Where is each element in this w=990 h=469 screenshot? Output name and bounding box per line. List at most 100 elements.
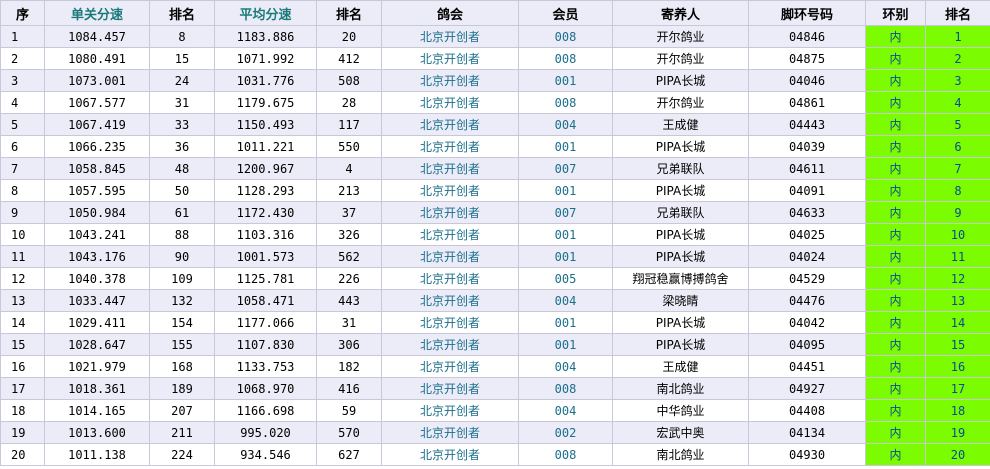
cell-ring-number: 04095	[748, 333, 866, 356]
table-row: 2 1080.491 15 1071.992 412 北京开创者 008 开尔鸽业 04875 内…	[0, 47, 990, 70]
col-header-index[interactable]: 序	[0, 0, 45, 26]
col-header-single-speed[interactable]: 单关分速	[44, 0, 150, 26]
cell-final-rank: 12	[925, 267, 990, 290]
cell-club[interactable]: 北京开创者	[381, 333, 519, 356]
col-header-club[interactable]: 鸽会	[381, 0, 519, 26]
cell-avg-speed: 995.020	[214, 421, 317, 444]
cell-club[interactable]: 北京开创者	[381, 245, 519, 268]
cell-club[interactable]: 北京开创者	[381, 47, 519, 70]
cell-single-speed: 1014.165	[44, 399, 150, 422]
cell-club[interactable]: 北京开创者	[381, 135, 519, 158]
cell-member[interactable]: 001	[518, 179, 613, 202]
cell-club[interactable]: 北京开创者	[381, 113, 519, 136]
cell-single-speed: 1043.176	[44, 245, 150, 268]
cell-fosterer: PIPA长城	[612, 333, 749, 356]
cell-club[interactable]: 北京开创者	[381, 267, 519, 290]
cell-member[interactable]: 008	[518, 25, 613, 48]
cell-rank: 154	[149, 311, 215, 334]
cell-index: 8	[0, 179, 45, 202]
col-header-rank[interactable]: 排名	[149, 0, 215, 26]
cell-club[interactable]: 北京开创者	[381, 223, 519, 246]
cell-member[interactable]: 004	[518, 113, 613, 136]
cell-index: 1	[0, 25, 45, 48]
cell-club[interactable]: 北京开创者	[381, 179, 519, 202]
cell-avg-rank: 627	[316, 443, 382, 466]
cell-avg-speed: 1071.992	[214, 47, 317, 70]
cell-club[interactable]: 北京开创者	[381, 399, 519, 422]
cell-avg-speed: 1058.471	[214, 289, 317, 312]
cell-club[interactable]: 北京开创者	[381, 157, 519, 180]
cell-ring-number: 04861	[748, 91, 866, 114]
cell-member[interactable]: 001	[518, 223, 613, 246]
cell-single-speed: 1066.235	[44, 135, 150, 158]
cell-club[interactable]: 北京开创者	[381, 311, 519, 334]
col-header-avg-speed[interactable]: 平均分速	[214, 0, 317, 26]
table-row: 1 1084.457 8 1183.886 20 北京开创者 008 开尔鸽业 04846 内 1	[0, 25, 990, 48]
cell-final-rank: 10	[925, 223, 990, 246]
cell-final-rank: 1	[925, 25, 990, 48]
cell-member[interactable]: 004	[518, 289, 613, 312]
cell-ring-type: 内	[865, 91, 926, 114]
cell-club[interactable]: 北京开创者	[381, 377, 519, 400]
cell-member[interactable]: 008	[518, 443, 613, 466]
cell-member[interactable]: 001	[518, 245, 613, 268]
cell-ring-type: 内	[865, 311, 926, 334]
cell-rank: 48	[149, 157, 215, 180]
cell-member[interactable]: 007	[518, 201, 613, 224]
cell-index: 15	[0, 333, 45, 356]
cell-rank: 50	[149, 179, 215, 202]
cell-member[interactable]: 005	[518, 267, 613, 290]
cell-club[interactable]: 北京开创者	[381, 201, 519, 224]
cell-ring-type: 内	[865, 69, 926, 92]
cell-member[interactable]: 004	[518, 355, 613, 378]
cell-avg-speed: 1177.066	[214, 311, 317, 334]
table-row: 11 1043.176 90 1001.573 562 北京开创者 001 PIPA长城 040…	[0, 245, 990, 268]
table-row: 7 1058.845 48 1200.967 4 北京开创者 007 兄弟联队 04611 内 7	[0, 157, 990, 180]
cell-club[interactable]: 北京开创者	[381, 421, 519, 444]
cell-club[interactable]: 北京开创者	[381, 25, 519, 48]
cell-single-speed: 1029.411	[44, 311, 150, 334]
cell-avg-speed: 1172.430	[214, 201, 317, 224]
cell-club[interactable]: 北京开创者	[381, 443, 519, 466]
cell-member[interactable]: 004	[518, 399, 613, 422]
cell-avg-speed: 1103.316	[214, 223, 317, 246]
col-header-fosterer[interactable]: 寄养人	[612, 0, 749, 26]
cell-ring-type: 内	[865, 421, 926, 444]
cell-member[interactable]: 008	[518, 47, 613, 70]
cell-single-speed: 1067.577	[44, 91, 150, 114]
table-row: 17 1018.361 189 1068.970 416 北京开创者 008 南北鸽业 0492…	[0, 377, 990, 400]
col-header-ring-number[interactable]: 脚环号码	[748, 0, 866, 26]
cell-final-rank: 14	[925, 311, 990, 334]
cell-member[interactable]: 002	[518, 421, 613, 444]
cell-index: 13	[0, 289, 45, 312]
cell-club[interactable]: 北京开创者	[381, 69, 519, 92]
col-header-avg-rank[interactable]: 排名	[316, 0, 382, 26]
cell-index: 19	[0, 421, 45, 444]
cell-ring-type: 内	[865, 135, 926, 158]
cell-member[interactable]: 007	[518, 157, 613, 180]
col-header-final-rank[interactable]: 排名	[925, 0, 990, 26]
cell-club[interactable]: 北京开创者	[381, 91, 519, 114]
cell-ring-type: 内	[865, 25, 926, 48]
cell-rank: 88	[149, 223, 215, 246]
cell-fosterer: PIPA长城	[612, 311, 749, 334]
cell-avg-rank: 20	[316, 25, 382, 48]
cell-index: 5	[0, 113, 45, 136]
cell-index: 17	[0, 377, 45, 400]
cell-member[interactable]: 001	[518, 135, 613, 158]
cell-final-rank: 15	[925, 333, 990, 356]
cell-fosterer: PIPA长城	[612, 223, 749, 246]
cell-club[interactable]: 北京开创者	[381, 289, 519, 312]
col-header-ring-type[interactable]: 环别	[865, 0, 926, 26]
cell-avg-speed: 1200.967	[214, 157, 317, 180]
cell-club[interactable]: 北京开创者	[381, 355, 519, 378]
cell-member[interactable]: 001	[518, 311, 613, 334]
cell-member[interactable]: 001	[518, 69, 613, 92]
col-header-member[interactable]: 会员	[518, 0, 613, 26]
cell-member[interactable]: 001	[518, 333, 613, 356]
cell-index: 6	[0, 135, 45, 158]
cell-single-speed: 1033.447	[44, 289, 150, 312]
cell-member[interactable]: 008	[518, 377, 613, 400]
cell-single-speed: 1050.984	[44, 201, 150, 224]
cell-member[interactable]: 008	[518, 91, 613, 114]
